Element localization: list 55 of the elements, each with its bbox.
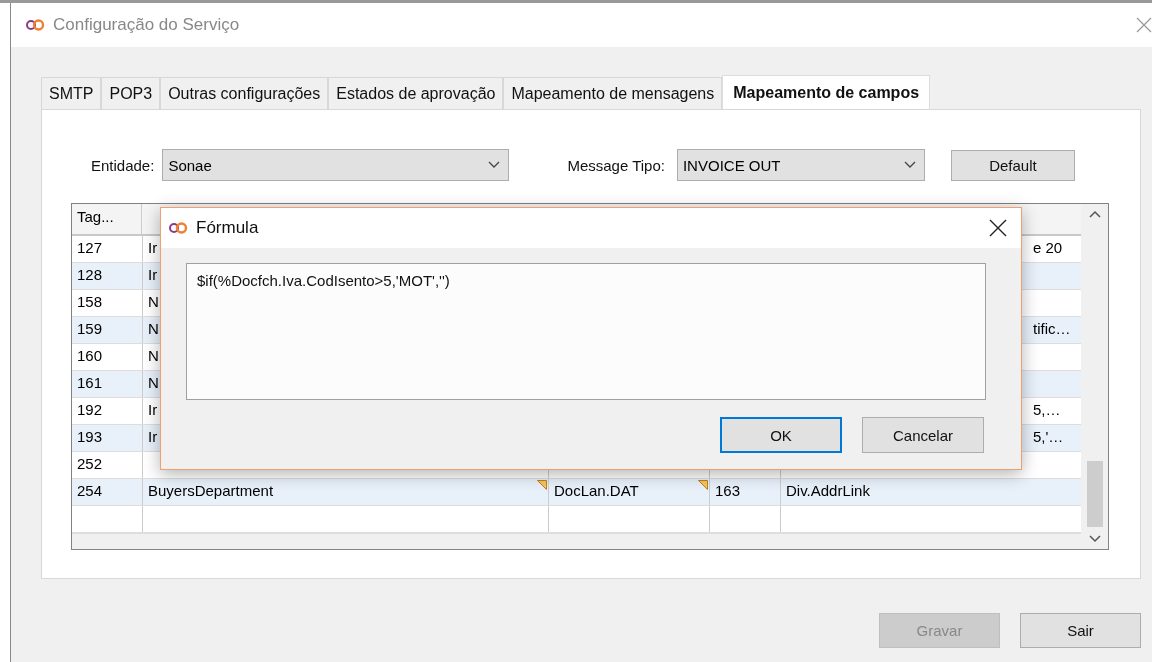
name-cell: Ir — [148, 401, 158, 418]
tag-cell: 161 — [77, 374, 103, 391]
tag-cell: 127 — [77, 239, 103, 256]
chevron-icon — [903, 161, 916, 169]
scroll-down-icon[interactable] — [1088, 535, 1101, 543]
field-cell: tific… — [1033, 320, 1071, 337]
tag-cell: 252 — [77, 455, 103, 472]
tab[interactable]: Estados de aprovação — [328, 77, 504, 109]
field-cell: 5,'… — [1033, 428, 1064, 445]
tag-cell: 160 — [77, 347, 103, 364]
scroll-up-icon[interactable] — [1088, 210, 1101, 218]
button[interactable]: Sair — [1020, 613, 1141, 648]
filter-label: Entidade: — [91, 156, 155, 174]
scroll-thumb[interactable] — [1086, 461, 1103, 527]
scrollbar[interactable] — [1081, 204, 1108, 549]
dropdown[interactable]: Sonae — [162, 149, 510, 181]
tag-cell: 254 — [77, 482, 103, 499]
tag-cell: 128 — [77, 266, 103, 283]
name-cell: Ir — [148, 239, 158, 256]
chevron-icon — [488, 161, 501, 169]
field-cell: e 20 — [1033, 239, 1063, 256]
name-cell: Ir — [148, 266, 158, 283]
button[interactable]: Cancelar — [862, 417, 984, 453]
close-icon[interactable] — [989, 219, 1007, 237]
code-cell: 163 — [715, 482, 741, 499]
name-cell: N — [148, 347, 159, 364]
table-row[interactable]: 254 BuyersDepartment DocLan.DAT 163 Div.AddrLink — [72, 479, 1081, 506]
logo-icon — [25, 19, 45, 31]
tag-cell: 158 — [77, 293, 103, 310]
button[interactable]: OK — [720, 417, 842, 453]
tag-cell: 192 — [77, 401, 103, 418]
formula-field[interactable]: $if(%Docfch.Iva.CodIsento>5,'MOT','') — [186, 263, 986, 400]
logo-icon — [168, 222, 188, 234]
tag-cell: 193 — [77, 428, 103, 445]
field-cell: 5,… — [1033, 401, 1061, 418]
name-cell: Ir — [148, 428, 158, 445]
field-cell: Div.AddrLink — [786, 482, 870, 499]
source-cell: DocLan.DAT — [554, 482, 639, 499]
filter-label: Message Tipo: — [567, 156, 665, 174]
tab[interactable]: Mapeamento de campos — [722, 75, 931, 110]
name-cell: N — [148, 293, 159, 310]
name-cell: BuyersDepartment — [148, 482, 274, 499]
default-button[interactable]: Default — [950, 149, 1075, 181]
horizontal-scrollbar[interactable] — [72, 533, 1081, 549]
tag-cell: 159 — [77, 320, 103, 337]
dropdown[interactable]: INVOICE OUT — [676, 149, 925, 181]
name-cell: N — [148, 374, 159, 391]
name-cell: N — [148, 320, 159, 337]
tab[interactable]: POP3 — [101, 77, 161, 109]
tab[interactable]: SMTP — [41, 77, 102, 109]
window-title: Configuração do Serviço — [53, 15, 241, 35]
tab[interactable]: Mapeamento de mensagens — [503, 77, 723, 109]
column-header[interactable]: Tag... — [72, 204, 142, 234]
dialog-title: Fórmula — [196, 218, 260, 238]
tab[interactable]: Outras configurações — [160, 77, 329, 109]
